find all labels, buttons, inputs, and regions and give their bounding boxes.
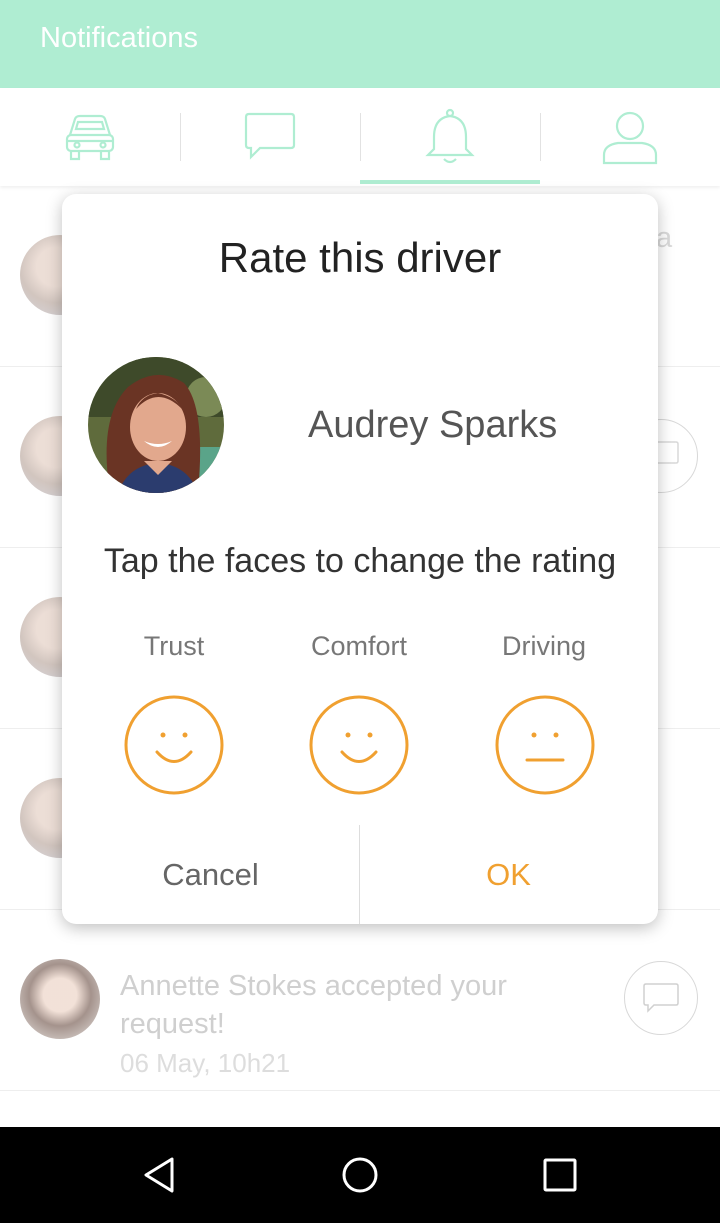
neutral-face-icon [495,695,595,795]
notification-text: Annette Stokes accepted your request! [120,970,507,1040]
user-icon [602,111,658,165]
driving-rating-face[interactable] [495,695,595,795]
home-icon [342,1157,378,1193]
back-button[interactable] [100,1127,220,1223]
system-nav-bar [0,1127,720,1223]
comfort-label: Comfort [310,631,408,661]
list-item[interactable]: Annette Stokes accepted your request! 06… [0,910,720,1091]
tab-bar [0,88,720,186]
back-icon [144,1157,174,1193]
tab-profile[interactable] [540,88,720,186]
app-header: Notifications [0,0,720,88]
chat-button[interactable] [624,961,698,1035]
driving-label: Driving [501,631,587,661]
obscured-text: a [656,222,673,254]
dialog-title: Rate this driver [218,234,502,281]
notification-time: 06 May, 10h21 [120,1048,291,1078]
driver-name: Audrey Sparks [308,404,558,446]
tab-notifications[interactable] [360,88,540,186]
driver-avatar [88,357,224,493]
ok-button[interactable]: OK [360,825,657,924]
chat-icon [244,112,296,160]
tab-rides[interactable] [0,88,180,186]
smile-face-icon [309,695,409,795]
trust-label: Trust [143,631,205,661]
rate-driver-dialog: Rate this driver Audrey Sparks Tap the f… [62,194,658,924]
trust-rating-face[interactable] [124,695,224,795]
chat-icon [643,983,679,1013]
smile-face-icon [124,695,224,795]
car-icon [65,114,115,161]
bell-icon [425,108,475,164]
avatar [20,959,100,1039]
app-screen: Notifications Annette Stokes accepted yo… [0,0,720,1223]
rating-instructions: Tap the faces to change the rating [103,542,617,580]
tab-messages[interactable] [180,88,360,186]
comfort-rating-face[interactable] [309,695,409,795]
active-tab-indicator [360,180,540,184]
header-title: Notifications [40,22,198,54]
recents-icon [543,1158,577,1192]
home-button[interactable] [300,1127,420,1223]
cancel-button[interactable]: Cancel [62,825,359,924]
recents-button[interactable] [500,1127,620,1223]
